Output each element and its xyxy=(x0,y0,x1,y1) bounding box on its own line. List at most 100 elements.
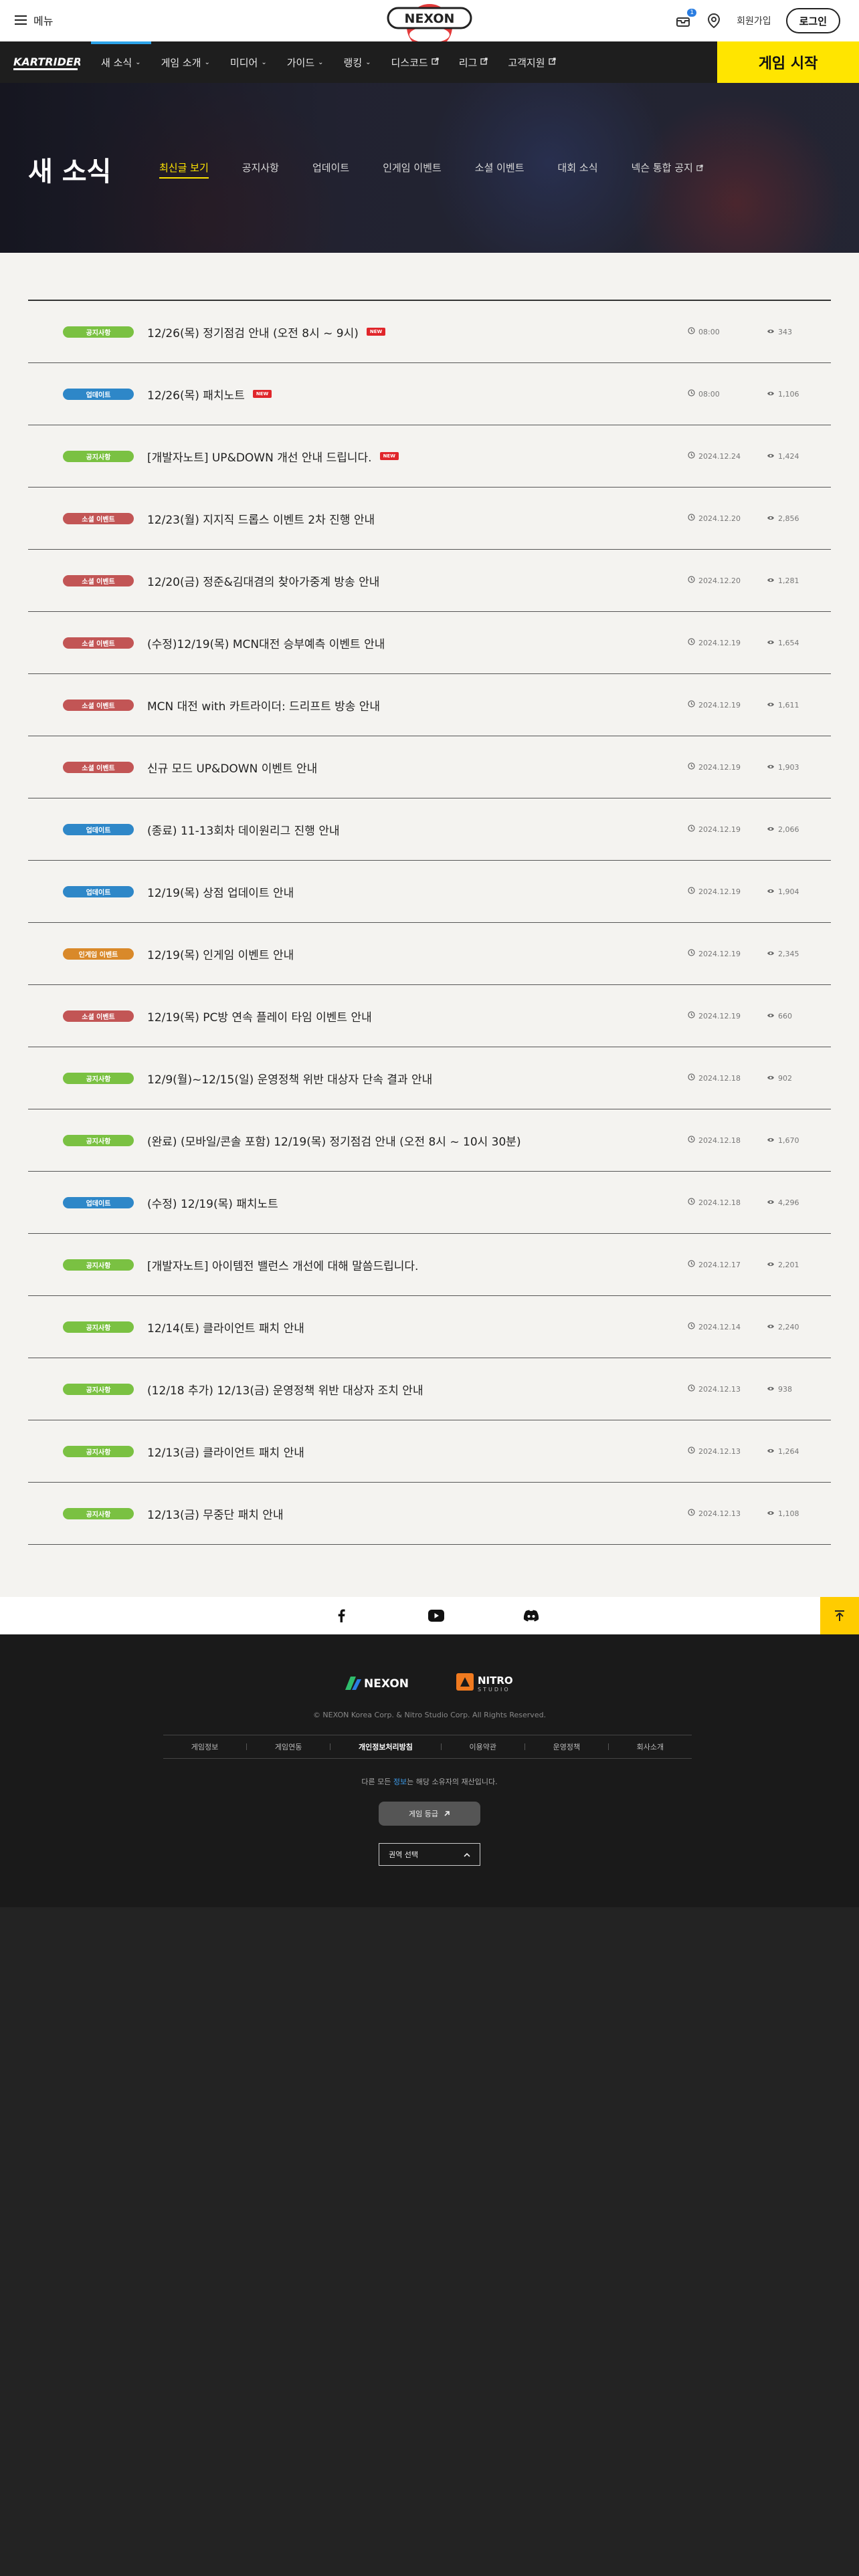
tab-4[interactable]: 소셜 이벤트 xyxy=(475,160,524,179)
tab-1[interactable]: 공지사항 xyxy=(242,160,279,179)
post-date: 08:00 xyxy=(688,327,720,336)
chevron-down-icon: ⌄ xyxy=(318,58,324,66)
post-row[interactable]: 업데이트 12/26(목) 패치노트 NEW 08:00 1,106 xyxy=(28,363,831,425)
post-title-text: 12/20(금) 정준&김대겸의 찾아가중계 방송 안내 xyxy=(147,575,380,589)
tab-3[interactable]: 인게임 이벤트 xyxy=(383,160,442,179)
footer-link[interactable]: 개인정보처리방침 xyxy=(359,1741,413,1752)
tab-2[interactable]: 업데이트 xyxy=(312,160,349,179)
inbox-icon[interactable]: 1 xyxy=(675,9,697,29)
post-row[interactable]: 소셜 이벤트 (수정)12/19(목) MCN대전 승부예측 이벤트 안내 2024… xyxy=(28,612,831,674)
post-row[interactable]: 소셜 이벤트 12/19(목) PC방 연속 플레이 타임 이벤트 안내 2024.… xyxy=(28,985,831,1047)
post-title[interactable]: 12/19(목) PC방 연속 플레이 타임 이벤트 안내 xyxy=(147,1008,372,1025)
post-row[interactable]: 소셜 이벤트 12/23(월) 지지직 드롭스 이벤트 2차 진행 안내 2024.… xyxy=(28,488,831,550)
post-row[interactable]: 공지사항 (완료) (모바일/콘솔 포함) 12/19(목) 정기점검 안내 (오… xyxy=(28,1109,831,1172)
nav-item-6[interactable]: 리그 xyxy=(449,41,498,83)
footer-link[interactable]: 회사소개 xyxy=(637,1741,664,1752)
post-title[interactable]: (종료) 11-13회차 데이원리그 진행 안내 xyxy=(147,821,340,838)
post-title[interactable]: (완료) (모바일/콘솔 포함) 12/19(목) 정기점검 안내 (오전 8시… xyxy=(147,1132,521,1149)
post-title[interactable]: (12/18 추가) 12/13(금) 운영정책 위반 대상자 조치 안내 xyxy=(147,1381,423,1398)
post-row[interactable]: 소셜 이벤트 신규 모드 UP&DOWN 이벤트 안내 2024.12.19 1,90… xyxy=(28,736,831,798)
post-title[interactable]: 12/26(목) 정기점검 안내 (오전 8시 ~ 9시) NEW xyxy=(147,324,386,340)
post-title-text: 12/13(금) 무중단 패치 안내 xyxy=(147,1508,284,1522)
post-row[interactable]: 공지사항 [개발자노트] UP&DOWN 개선 안내 드립니다. NEW 2024.1… xyxy=(28,425,831,488)
post-date-text: 2024.12.13 xyxy=(698,1384,741,1394)
post-title[interactable]: 12/13(금) 클라이언트 패치 안내 xyxy=(147,1443,304,1460)
post-title[interactable]: (수정)12/19(목) MCN대전 승부예측 이벤트 안내 xyxy=(147,635,385,651)
kartrider-logo[interactable]: KARTRIDER xyxy=(12,49,80,75)
post-row[interactable]: 소셜 이벤트 MCN 대전 with 카트라이더: 드리프트 방송 안내 2024.… xyxy=(28,674,831,736)
post-views-text: 1,281 xyxy=(778,576,799,585)
nav-item-2[interactable]: 미디어 ⌄ xyxy=(220,41,277,83)
post-row[interactable]: 공지사항 12/26(목) 정기점검 안내 (오전 8시 ~ 9시) NEW 08:0… xyxy=(28,301,831,363)
post-row[interactable]: 업데이트 12/19(목) 상점 업데이트 안내 2024.12.19 1,904 xyxy=(28,861,831,923)
menu-button[interactable]: 메뉴 xyxy=(15,12,53,28)
post-title[interactable]: 12/13(금) 무중단 패치 안내 xyxy=(147,1505,284,1522)
post-title[interactable]: MCN 대전 with 카트라이더: 드리프트 방송 안내 xyxy=(147,697,380,714)
nav-item-5[interactable]: 디스코드 xyxy=(381,41,449,83)
region-select[interactable]: 권역 선택 xyxy=(379,1843,480,1866)
menu-label: 메뉴 xyxy=(33,15,54,27)
post-title[interactable]: 12/23(월) 지지직 드롭스 이벤트 2차 진행 안내 xyxy=(147,510,375,527)
post-title[interactable]: 12/20(금) 정준&김대겸의 찾아가중계 방송 안내 xyxy=(147,572,379,589)
post-title[interactable]: [개발자노트] 아이템전 밸런스 개선에 대해 말씀드립니다. xyxy=(147,1257,418,1273)
post-row[interactable]: 업데이트 (수정) 12/19(목) 패치노트 2024.12.18 4,296 xyxy=(28,1172,831,1234)
post-date: 2024.12.13 xyxy=(688,1446,741,1456)
nexon-mascot-logo[interactable]: NEXON xyxy=(375,0,484,41)
nitro-studio-logo[interactable]: NITRO STUDIO xyxy=(456,1672,520,1693)
login-button[interactable]: 로그인 xyxy=(785,8,840,33)
youtube-icon[interactable] xyxy=(428,1608,444,1624)
footer-link[interactable]: 게임정보 xyxy=(191,1741,218,1752)
rating-info-link[interactable]: 정보 xyxy=(393,1778,407,1786)
nav-item-4[interactable]: 랭킹 ⌄ xyxy=(334,41,381,83)
post-title[interactable]: (수정) 12/19(목) 패치노트 xyxy=(147,1194,278,1211)
footer-link-divider xyxy=(440,1743,442,1750)
nav-item-3[interactable]: 가이드 ⌄ xyxy=(277,41,334,83)
post-row[interactable]: 공지사항 12/13(금) 클라이언트 패치 안내 2024.12.13 1,264 xyxy=(28,1420,831,1483)
post-row[interactable]: 공지사항 12/13(금) 무중단 패치 안내 2024.12.13 1,108 xyxy=(28,1483,831,1545)
nav-item-label: 랭킹 xyxy=(343,56,363,69)
post-title-text: 12/19(목) PC방 연속 플레이 타임 이벤트 안내 xyxy=(147,1010,372,1025)
post-row[interactable]: 공지사항 12/14(토) 클라이언트 패치 안내 2024.12.14 2,240 xyxy=(28,1296,831,1358)
post-title[interactable]: 12/19(목) 상점 업데이트 안내 xyxy=(147,883,294,900)
post-title[interactable]: 12/19(목) 인게임 이벤트 안내 xyxy=(147,946,294,962)
post-views: 1,654 xyxy=(767,639,799,647)
clock-icon xyxy=(688,825,695,834)
footer-link[interactable]: 이용약관 xyxy=(470,1741,496,1752)
post-row[interactable]: 업데이트 (종료) 11-13회차 데이원리그 진행 안내 2024.12.19 2,… xyxy=(28,798,831,861)
post-row[interactable]: 공지사항 12/9(월)~12/15(일) 운영정책 위반 대상자 단속 결과 안… xyxy=(28,1047,831,1109)
post-row[interactable]: 인게임 이벤트 12/19(목) 인게임 이벤트 안내 2024.12.19 2,34… xyxy=(28,923,831,985)
post-views: 660 xyxy=(767,1012,792,1021)
post-row[interactable]: 공지사항 [개발자노트] 아이템전 밸런스 개선에 대해 말씀드립니다. 2024.… xyxy=(28,1234,831,1296)
footer-link[interactable]: 운영정책 xyxy=(553,1741,580,1752)
category-badge: 업데이트 xyxy=(63,885,134,897)
game-start-button[interactable]: 게임 시작 xyxy=(717,41,859,83)
category-badge: 공지사항 xyxy=(63,326,134,338)
hero-banner: 새 소식 최신글 보기 공지사항 업데이트 인게임 이벤트 소셜 이벤트 대회 소식 넥슨 … xyxy=(0,83,859,253)
nav-item-1[interactable]: 게임 소개 ⌄ xyxy=(151,41,220,83)
post-title[interactable]: 12/14(토) 클라이언트 패치 안내 xyxy=(147,1319,304,1335)
tab-5[interactable]: 대회 소식 xyxy=(558,160,598,179)
tab-label: 대회 소식 xyxy=(557,162,598,174)
post-row[interactable]: 공지사항 (12/18 추가) 12/13(금) 운영정책 위반 대상자 조치 안… xyxy=(28,1358,831,1420)
game-rating-button[interactable]: 게임 등급 xyxy=(379,1802,480,1826)
footer-link[interactable]: 게임연동 xyxy=(275,1741,302,1752)
post-title[interactable]: 12/26(목) 패치노트 NEW xyxy=(147,386,272,403)
post-date-text: 08:00 xyxy=(698,327,720,336)
nexon-footer-logo[interactable]: NEXON xyxy=(344,1673,421,1693)
scroll-to-top-button[interactable] xyxy=(820,1597,859,1634)
eye-icon xyxy=(767,1385,775,1394)
clock-icon xyxy=(688,700,695,710)
post-date-text: 2024.12.13 xyxy=(698,1509,741,1518)
post-title[interactable]: 신규 모드 UP&DOWN 이벤트 안내 xyxy=(147,759,317,776)
post-title[interactable]: 12/9(월)~12/15(일) 운영정책 위반 대상자 단속 결과 안내 xyxy=(147,1070,432,1087)
tab-6[interactable]: 넥슨 통합 공지 xyxy=(632,160,703,179)
post-row[interactable]: 소셜 이벤트 12/20(금) 정준&김대겸의 찾아가중계 방송 안내 2024.1… xyxy=(28,550,831,612)
discord-icon[interactable] xyxy=(523,1608,539,1624)
join-link[interactable]: 회원가입 xyxy=(737,14,771,27)
location-pin-icon[interactable] xyxy=(706,13,722,29)
facebook-icon[interactable] xyxy=(333,1608,349,1624)
nav-item-7[interactable]: 고객지원 xyxy=(498,41,565,83)
post-title[interactable]: [개발자노트] UP&DOWN 개선 안내 드립니다. NEW xyxy=(147,448,399,465)
tab-0[interactable]: 최신글 보기 xyxy=(159,160,209,179)
nav-item-0[interactable]: 새 소식 ⌄ xyxy=(91,41,151,83)
